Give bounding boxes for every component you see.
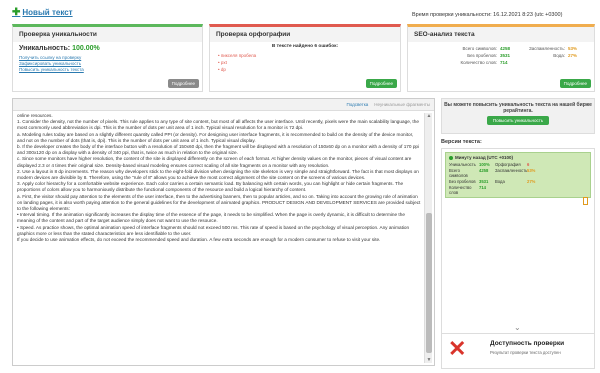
- text-paragraph: a. Modeling rules today are based on a s…: [17, 131, 414, 143]
- seo-stats: Всего символов: 4258 Заспамленность: 53%…: [408, 42, 594, 65]
- seo-key: Количество слов:: [460, 60, 498, 65]
- seo-key: Вода:: [553, 53, 565, 58]
- spelling-panel-title: Проверка орфографии: [210, 27, 400, 42]
- version-value: 4258: [479, 168, 489, 173]
- right-sidebar: Вы можете повысить уникальность текста н…: [441, 98, 595, 353]
- version-key: Без пробелов: [449, 179, 476, 184]
- text-paragraph: 2. Use a layout in 8 dp increments. The …: [17, 168, 419, 181]
- uniqueness-result: Уникальность: 100.00%: [13, 42, 202, 55]
- version-value: 53%: [527, 168, 536, 173]
- editor-scrollbar[interactable]: ▲ ▼: [424, 113, 432, 363]
- uniqueness-label: Уникальность:: [19, 45, 71, 52]
- version-time: Минуту назад (UTC +0100): [455, 155, 514, 160]
- spelling-panel: Проверка орфографии В тексте найдено 6 о…: [209, 24, 401, 92]
- version-value: [527, 185, 541, 195]
- version-value: 3531: [479, 179, 489, 184]
- scrollbar-thumb[interactable]: [426, 213, 432, 353]
- version-head: Минуту назад (UTC +0100): [449, 155, 587, 160]
- status-dot-icon: [449, 155, 453, 160]
- availability-subtitle: Результат проверки текста доступен: [490, 350, 561, 355]
- text-paragraph: b. If the developer creates the body of …: [17, 144, 420, 156]
- non-unique-fragments-toggle[interactable]: Неуникальные фрагменты: [374, 102, 430, 107]
- editor-textarea[interactable]: online resources. 1. Consider the densit…: [17, 113, 422, 361]
- text-editor: Подсветка Неуникальные фрагменты online …: [12, 98, 435, 366]
- version-key: Вода: [495, 179, 505, 184]
- scroll-down-icon[interactable]: ▼: [425, 357, 433, 363]
- seo-panel-title: SEO-анализ текста: [408, 27, 594, 42]
- spelling-more-button[interactable]: Подробнее: [365, 79, 397, 88]
- version-key: [495, 185, 525, 195]
- seo-value: [568, 60, 586, 65]
- chevron-down-icon[interactable]: ⌄: [514, 323, 521, 332]
- close-x-icon: ✕: [448, 336, 467, 361]
- version-key: Количество слов: [449, 185, 472, 195]
- seo-key: Без пробелов:: [467, 53, 497, 58]
- new-text-link[interactable]: ✚ Новый текст: [12, 7, 73, 18]
- version-stats: Уникальность 100% Орфография 6 Всего сим…: [449, 162, 587, 195]
- uniqueness-panel-title: Проверка уникальности: [13, 27, 202, 42]
- text-paragraph: • Speed. As practice shows, the optimal …: [17, 224, 410, 236]
- version-item[interactable]: Минуту назад (UTC +0100) Уникальность 10…: [445, 152, 591, 198]
- seo-value: 27%: [568, 53, 578, 58]
- spelling-error[interactable]: pxt: [218, 59, 392, 66]
- spelling-error-list: пикселя пробела pxt dp: [210, 49, 400, 76]
- seo-value: 53%: [568, 46, 578, 51]
- check-time: Время проверки уникальности: 16.12.2021 …: [412, 12, 563, 18]
- version-value: 100%: [479, 162, 490, 167]
- availability-title: Доступность проверки: [490, 340, 565, 347]
- text-paragraph: c. Since some monitors have higher resol…: [17, 156, 412, 168]
- version-value: 6: [527, 162, 530, 167]
- uniqueness-more-button[interactable]: Подробнее: [167, 79, 199, 88]
- scroll-up-icon[interactable]: ▲: [425, 113, 433, 119]
- seo-value: 714: [500, 60, 508, 65]
- seo-key: [521, 60, 565, 65]
- editor-toolbar: Подсветка Неуникальные фрагменты: [13, 99, 434, 111]
- availability-box: ✕ Доступность проверки Результат проверк…: [441, 333, 595, 369]
- spelling-error[interactable]: пикселя пробела: [218, 52, 392, 59]
- version-delete-icon[interactable]: [583, 197, 588, 205]
- seo-key: Всего символов:: [462, 46, 497, 51]
- version-value: 714: [479, 185, 486, 190]
- promo-text: Вы можете повысить уникальность текста н…: [444, 102, 592, 114]
- version-value: 27%: [527, 179, 536, 184]
- text-paragraph: If you decide to use animation effects, …: [17, 237, 381, 243]
- new-text-label: Новый текст: [22, 8, 73, 17]
- text-paragraph: 1. Consider the density, not the number …: [17, 119, 419, 131]
- promo-box: Вы можете повысить уникальность текста н…: [441, 98, 595, 134]
- version-key: Орфография: [495, 162, 521, 167]
- seo-value: 4258: [500, 46, 511, 51]
- top-bar: ✚ Новый текст Время проверки уникальност…: [0, 0, 600, 22]
- version-key: Заспамленность: [495, 168, 528, 173]
- text-paragraph: 3. Apply color hierarchy for a comfortab…: [17, 181, 404, 193]
- seo-panel: SEO-анализ текста Всего символов: 4258 З…: [407, 24, 595, 92]
- seo-more-button[interactable]: Подробнее: [559, 79, 591, 88]
- raise-uniqueness-link[interactable]: Повысить уникальность текста: [19, 67, 196, 73]
- version-key: Уникальность: [449, 162, 476, 167]
- uniqueness-value: 100.00%: [72, 45, 100, 52]
- version-key: Всего символов: [449, 168, 468, 178]
- text-paragraph: • Interval timing. If the animation sign…: [17, 212, 405, 224]
- highlight-toggle[interactable]: Подсветка: [346, 102, 368, 107]
- raise-uniqueness-button[interactable]: Повысить уникальность: [486, 116, 550, 125]
- versions-title: Версии текста:: [441, 139, 482, 145]
- uniqueness-links: Получить ссылку на проверку Зафиксироват…: [13, 55, 202, 73]
- versions-list: Минуту назад (UTC +0100) Уникальность 10…: [441, 148, 595, 353]
- plus-icon: ✚: [12, 7, 21, 18]
- uniqueness-panel: Проверка уникальности Уникальность: 100.…: [12, 24, 203, 92]
- seo-key: Заспамленность:: [528, 46, 565, 51]
- text-paragraph: a. First, the visitor should pay attenti…: [17, 193, 421, 212]
- seo-value: 3531: [500, 53, 511, 58]
- spelling-error[interactable]: dp: [218, 66, 392, 73]
